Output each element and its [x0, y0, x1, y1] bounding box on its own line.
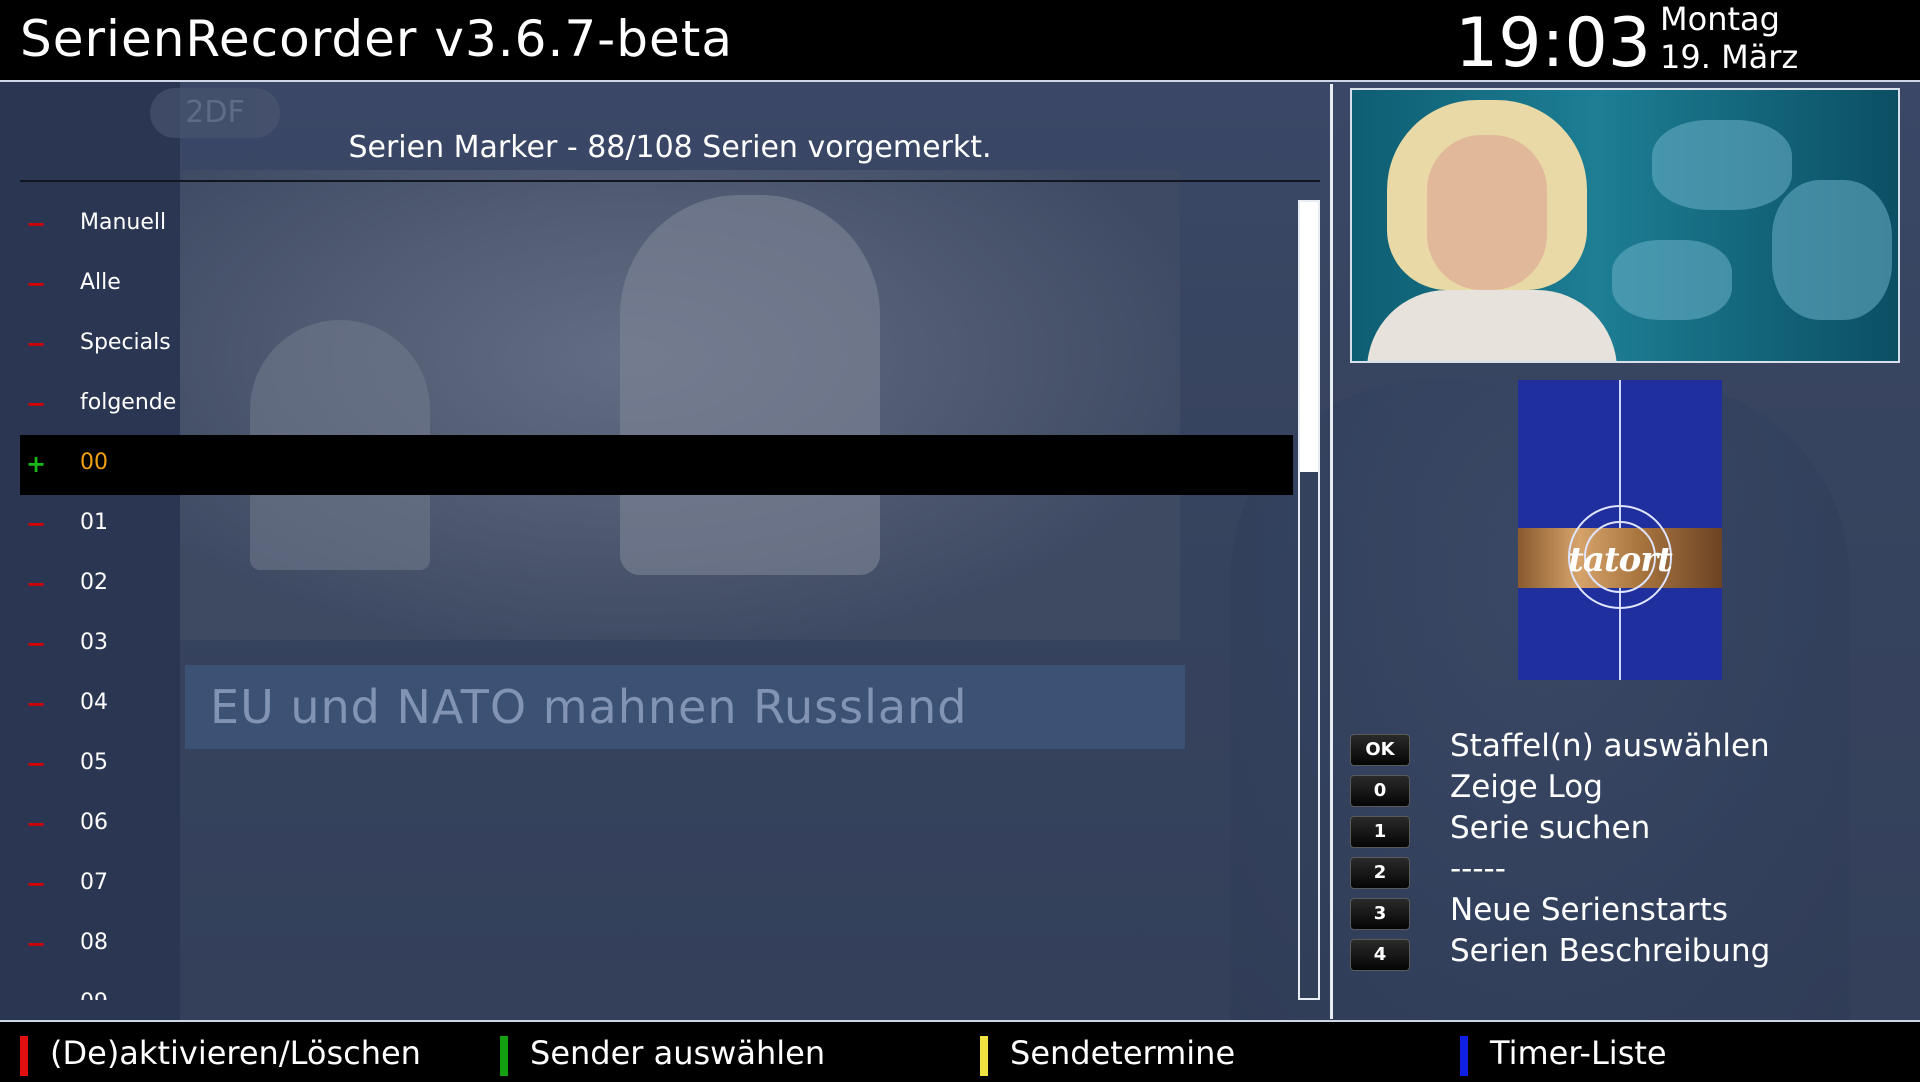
- list-item[interactable]: − Specials: [20, 315, 1293, 375]
- green-key-indicator: [500, 1036, 508, 1076]
- list-item-label: 05: [80, 750, 108, 775]
- anchor-face: [1427, 135, 1547, 290]
- heading-divider: [20, 180, 1320, 182]
- red-button-label: (De)aktivieren/Löschen: [50, 1034, 421, 1072]
- list-item-label: Alle: [80, 270, 121, 295]
- map-shape: [1652, 120, 1792, 210]
- inactive-marker-icon: −: [26, 750, 47, 778]
- poster-title: tatort: [1568, 540, 1673, 580]
- list-item[interactable]: − 08: [20, 915, 1293, 975]
- key-help-row: 1 Serie suchen: [1350, 810, 1910, 856]
- key-help-label: Staffel(n) auswählen: [1450, 728, 1770, 764]
- list-item-label: 09: [80, 990, 108, 1000]
- blue-button-label: Timer-Liste: [1490, 1034, 1667, 1072]
- list-item-label: 06: [80, 810, 108, 835]
- clock: 19:03: [1455, 4, 1651, 83]
- inactive-marker-icon: −: [26, 510, 47, 538]
- red-key-indicator: [20, 1036, 28, 1076]
- weekday: Montag: [1660, 0, 1780, 38]
- list-item-label: 03: [80, 630, 108, 655]
- inactive-marker-icon: −: [26, 810, 47, 838]
- map-shape: [1772, 180, 1892, 320]
- key-help-row: 3 Neue Serienstarts: [1350, 892, 1910, 938]
- list-item-label: 02: [80, 570, 108, 595]
- remote-key-icon: 0: [1350, 775, 1410, 807]
- live-tv-preview: [1350, 88, 1900, 363]
- inactive-marker-icon: −: [26, 870, 47, 898]
- key-help-row: OK Staffel(n) auswählen: [1350, 728, 1910, 774]
- yellow-key-indicator: [980, 1036, 988, 1076]
- remote-key-icon: 3: [1350, 898, 1410, 930]
- key-help-row: 4 Serien Beschreibung: [1350, 933, 1910, 979]
- anchor-body: [1367, 290, 1617, 361]
- key-help-row: 2 -----: [1350, 851, 1910, 897]
- key-help-label: Serien Beschreibung: [1450, 933, 1771, 969]
- date: 19. März: [1660, 38, 1799, 76]
- list-scrollbar[interactable]: [1298, 200, 1320, 1000]
- list-item-label: 01: [80, 510, 108, 535]
- list-item[interactable]: − 09: [20, 975, 1293, 1000]
- footer-bar: (De)aktivieren/Löschen Sender auswählen …: [0, 1020, 1920, 1082]
- list-item[interactable]: − folgende: [20, 375, 1293, 435]
- remote-key-icon: 1: [1350, 816, 1410, 848]
- series-poster: tatort: [1518, 380, 1722, 680]
- inactive-marker-icon: −: [26, 630, 47, 658]
- list-item[interactable]: − 06: [20, 795, 1293, 855]
- list-item[interactable]: − Alle: [20, 255, 1293, 315]
- list-item[interactable]: +00: [20, 435, 1293, 495]
- header-bar: SerienRecorder v3.6.7-beta 19:03 Montag …: [0, 0, 1920, 83]
- serien-marker-list[interactable]: − Manuell − Alle − Specials − folgende +00 − 01 − 02…: [20, 195, 1295, 1000]
- key-help-label: Neue Serienstarts: [1450, 892, 1729, 928]
- list-item-label: 08: [80, 930, 108, 955]
- list-item[interactable]: − 07: [20, 855, 1293, 915]
- inactive-marker-icon: −: [26, 690, 47, 718]
- remote-key-icon: 2: [1350, 857, 1410, 889]
- key-help-label: -----: [1450, 851, 1506, 887]
- inactive-marker-icon: −: [26, 990, 46, 1000]
- list-item[interactable]: − Manuell: [20, 195, 1293, 255]
- panel-divider: [1330, 84, 1333, 1019]
- inactive-marker-icon: −: [26, 330, 47, 358]
- list-item-label: 07: [80, 870, 108, 895]
- list-heading: Serien Marker - 88/108 Serien vorgemerkt…: [348, 130, 992, 165]
- list-item[interactable]: − 03: [20, 615, 1293, 675]
- blue-key-indicator: [1460, 1036, 1468, 1076]
- yellow-button-label: Sendetermine: [1010, 1034, 1236, 1072]
- app-title: SerienRecorder v3.6.7-beta: [20, 10, 733, 68]
- active-marker-icon: +: [26, 450, 47, 478]
- list-item[interactable]: − 05: [20, 735, 1293, 795]
- list-item-label: 00: [80, 450, 108, 475]
- remote-key-icon: 4: [1350, 939, 1410, 971]
- list-item-label: Specials: [80, 330, 171, 355]
- inactive-marker-icon: −: [26, 270, 47, 298]
- inactive-marker-icon: −: [26, 210, 47, 238]
- key-help-row: 0 Zeige Log: [1350, 769, 1910, 815]
- key-help-label: Serie suchen: [1450, 810, 1651, 846]
- list-item-label: 04: [80, 690, 108, 715]
- list-item[interactable]: − 02: [20, 555, 1293, 615]
- inactive-marker-icon: −: [26, 930, 47, 958]
- inactive-marker-icon: −: [26, 570, 47, 598]
- list-item[interactable]: − 01: [20, 495, 1293, 555]
- list-item-label: folgende: [80, 390, 177, 415]
- scrollbar-thumb[interactable]: [1300, 202, 1318, 472]
- list-item[interactable]: − 04: [20, 675, 1293, 735]
- map-shape: [1612, 240, 1732, 320]
- remote-key-icon: OK: [1350, 734, 1410, 766]
- green-button-label: Sender auswählen: [530, 1034, 826, 1072]
- inactive-marker-icon: −: [26, 390, 47, 418]
- key-help-label: Zeige Log: [1450, 769, 1603, 805]
- list-item-label: Manuell: [80, 210, 167, 235]
